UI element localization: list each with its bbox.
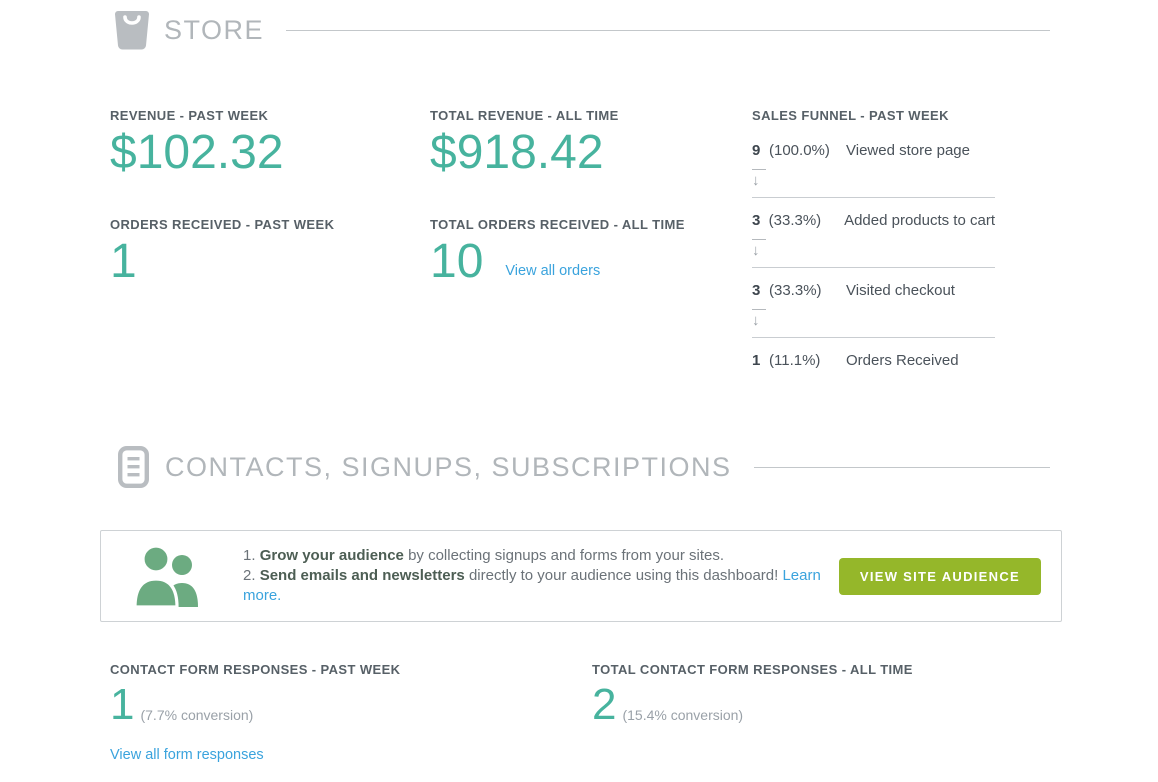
contacts-header-divider <box>754 467 1050 468</box>
stat-value: 1 <box>110 234 334 290</box>
tip-number: 2. <box>243 567 256 584</box>
funnel-step-name: Orders Received <box>846 351 959 371</box>
store-header-divider <box>286 30 1050 31</box>
funnel-step-added-to-cart: 3 (33.3%) Added products to cart <box>752 211 995 231</box>
view-all-orders-link[interactable]: View all orders <box>505 263 600 279</box>
funnel-percent: (100.0%) <box>769 141 846 161</box>
stat-label: TOTAL REVENUE - ALL TIME <box>430 108 619 123</box>
conversion-note: (7.7% conversion) <box>140 707 253 723</box>
funnel-dash <box>752 239 766 240</box>
stat-revenue-past-week: REVENUE - PAST WEEK $102.32 <box>110 108 284 181</box>
stat-form-responses-all: TOTAL CONTACT FORM RESPONSES - ALL TIME … <box>592 662 913 731</box>
funnel-step-name: Visited checkout <box>846 281 955 301</box>
tip-rest-text: directly to your audience using this das… <box>469 567 778 584</box>
store-section-header: STORE <box>110 8 1050 52</box>
tip-number: 1. <box>243 547 256 564</box>
funnel-dash <box>752 309 766 310</box>
funnel-separator <box>752 337 995 338</box>
funnel-count: 9 <box>752 141 769 161</box>
tip-bold-text: Send emails and newsletters <box>260 567 465 584</box>
funnel-step-name: Added products to cart <box>844 211 995 231</box>
funnel-step-orders-received: 1 (11.1%) Orders Received <box>752 351 995 371</box>
funnel-gap: ↓ <box>752 309 995 338</box>
view-site-audience-button[interactable]: VIEW SITE AUDIENCE <box>839 558 1041 595</box>
arrow-down-icon: ↓ <box>752 243 995 259</box>
stat-label: CONTACT FORM RESPONSES - PAST WEEK <box>110 662 400 677</box>
store-dashboard-page: STORE REVENUE - PAST WEEK $102.32 TOTAL … <box>0 0 1158 782</box>
funnel-separator <box>752 267 995 268</box>
tip-grow-audience: 1. Grow your audience by collecting sign… <box>243 546 839 566</box>
store-section-title: STORE <box>164 15 264 46</box>
stat-label: TOTAL CONTACT FORM RESPONSES - ALL TIME <box>592 662 913 677</box>
funnel-dash <box>752 169 766 170</box>
contacts-section-header: CONTACTS, SIGNUPS, SUBSCRIPTIONS <box>118 446 1050 488</box>
audience-callout-box: 1. Grow your audience by collecting sign… <box>100 530 1062 622</box>
stat-label: ORDERS RECEIVED - PAST WEEK <box>110 217 334 232</box>
tip-bold-text: Grow your audience <box>260 547 404 564</box>
stat-label: TOTAL ORDERS RECEIVED - ALL TIME <box>430 217 685 232</box>
funnel-gap: ↓ <box>752 169 995 198</box>
funnel-gap: ↓ <box>752 239 995 268</box>
store-bag-icon <box>110 8 154 52</box>
funnel-step-name: Viewed store page <box>846 141 970 161</box>
arrow-down-icon: ↓ <box>752 173 995 189</box>
funnel-step-viewed-store-page: 9 (100.0%) Viewed store page <box>752 141 995 161</box>
funnel-label: SALES FUNNEL - PAST WEEK <box>752 108 995 123</box>
funnel-percent: (33.3%) <box>769 211 844 231</box>
stat-value: $102.32 <box>110 125 284 181</box>
funnel-count: 3 <box>752 211 769 231</box>
tip-send-emails: 2. Send emails and newsletters directly … <box>243 566 839 606</box>
conversion-note: (15.4% conversion) <box>622 707 743 723</box>
contacts-section-title: CONTACTS, SIGNUPS, SUBSCRIPTIONS <box>165 452 732 483</box>
funnel-step-visited-checkout: 3 (33.3%) Visited checkout <box>752 281 995 301</box>
stat-value: $918.42 <box>430 125 619 181</box>
people-icon <box>133 545 205 607</box>
funnel-separator <box>752 197 995 198</box>
funnel-percent: (33.3%) <box>769 281 846 301</box>
stat-value: 1 <box>110 679 134 731</box>
tip-rest-text: by collecting signups and forms from you… <box>408 547 724 564</box>
sales-funnel: SALES FUNNEL - PAST WEEK 9 (100.0%) View… <box>752 108 995 371</box>
stat-total-revenue: TOTAL REVENUE - ALL TIME $918.42 <box>430 108 619 181</box>
audience-tips-list: 1. Grow your audience by collecting sign… <box>243 546 839 606</box>
funnel-count: 1 <box>752 351 769 371</box>
view-all-form-responses-link[interactable]: View all form responses <box>110 747 264 763</box>
stat-value: 2 <box>592 679 616 731</box>
stat-orders-past-week: ORDERS RECEIVED - PAST WEEK 1 <box>110 217 334 290</box>
stat-form-responses-week: CONTACT FORM RESPONSES - PAST WEEK 1 (7.… <box>110 662 400 764</box>
funnel-percent: (11.1%) <box>769 351 846 371</box>
funnel-count: 3 <box>752 281 769 301</box>
stat-value: 10 <box>430 234 483 290</box>
arrow-down-icon: ↓ <box>752 313 995 329</box>
contacts-form-icon <box>118 446 149 488</box>
stat-label: REVENUE - PAST WEEK <box>110 108 284 123</box>
stat-total-orders: TOTAL ORDERS RECEIVED - ALL TIME 10 View… <box>430 217 685 290</box>
